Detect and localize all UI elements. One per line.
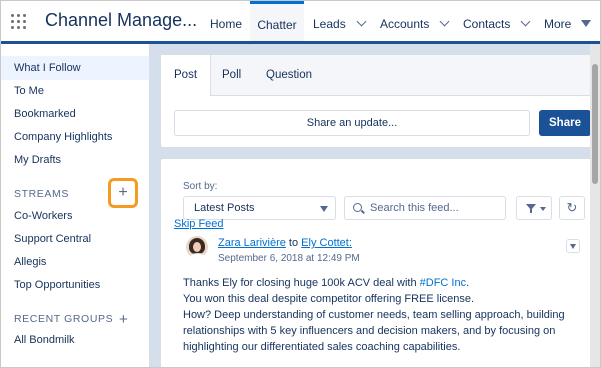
- chevron-down-icon[interactable]: [520, 16, 531, 27]
- streams-header: STREAMS: [14, 188, 69, 200]
- skip-feed-link[interactable]: Skip Feed: [174, 218, 224, 230]
- chatter-sidebar: What I Follow To Me Bookmarked Company H…: [1, 44, 150, 367]
- post-body-line: You won this deal despite competitor off…: [183, 293, 475, 305]
- nav-home-label: Home: [210, 17, 243, 31]
- feed: Sort by: Latest Posts Search this feed..…: [160, 158, 592, 367]
- post-actions-menu[interactable]: [566, 239, 580, 253]
- nav-chatter[interactable]: Chatter: [250, 1, 304, 41]
- nav-chatter-label: Chatter: [257, 18, 297, 32]
- top-nav: Channel Manage... Home Chatter Leads Acc…: [1, 1, 600, 44]
- add-group-plus-icon[interactable]: +: [119, 312, 128, 327]
- sidebar-item-my-drafts[interactable]: My Drafts: [14, 154, 61, 166]
- sort-by-label: Sort by:: [183, 181, 218, 192]
- stream-top-opportunities[interactable]: Top Opportunities: [14, 279, 100, 291]
- post-body-line: relationships with 5 key influencers and…: [183, 325, 556, 337]
- sidebar-item-to-me[interactable]: To Me: [14, 85, 44, 97]
- sort-select[interactable]: Latest Posts: [183, 196, 336, 220]
- share-button[interactable]: Share: [539, 110, 591, 136]
- plus-icon: +: [118, 184, 128, 201]
- search-icon: [353, 203, 362, 212]
- sidebar-item-bookmarked[interactable]: Bookmarked: [14, 108, 76, 120]
- caret-down-icon: [581, 20, 592, 27]
- nav-contacts-label: Contacts: [463, 17, 511, 31]
- stream-support-central[interactable]: Support Central: [14, 233, 91, 245]
- nav-accounts[interactable]: Accounts: [380, 1, 450, 41]
- recent-groups-header: RECENT GROUPS: [14, 313, 114, 325]
- nav-more[interactable]: More: [544, 1, 592, 41]
- chevron-down-icon[interactable]: [356, 16, 367, 27]
- post-text: Thanks Ely for closing huge 100k ACV dea…: [183, 277, 420, 289]
- avatar[interactable]: [186, 236, 208, 258]
- app-launcher-icon[interactable]: [11, 14, 27, 30]
- chevron-down-icon[interactable]: [439, 16, 450, 27]
- sidebar-item-company-highlights[interactable]: Company Highlights: [14, 131, 112, 143]
- share-update-input[interactable]: Share an update...: [174, 110, 530, 136]
- feed-search-placeholder: Search this feed...: [370, 202, 459, 214]
- topic-link[interactable]: #DFC Inc: [420, 277, 466, 289]
- publisher-tabs: Post Poll Question: [161, 55, 591, 96]
- nav-home[interactable]: Home: [210, 1, 242, 41]
- post-author-link[interactable]: Zara Larivière: [218, 237, 286, 249]
- sidebar-item-what-i-follow[interactable]: What I Follow: [14, 62, 81, 74]
- filter-button[interactable]: [516, 196, 552, 220]
- post-body-line: highlighting our differentiated sales co…: [183, 341, 461, 353]
- tab-post[interactable]: Post: [161, 55, 212, 96]
- scrollbar-thumb[interactable]: [592, 64, 598, 184]
- nav-contacts[interactable]: Contacts: [463, 1, 531, 41]
- caret-down-icon: [540, 207, 546, 211]
- nav-accounts-label: Accounts: [380, 17, 430, 31]
- group-all-bondmilk[interactable]: All Bondmilk: [14, 334, 75, 346]
- stream-allegis[interactable]: Allegis: [14, 256, 46, 268]
- post-body-line: How? Deep understanding of customer need…: [183, 309, 565, 321]
- post-body-line: Thanks Ely for closing huge 100k ACV dea…: [183, 277, 469, 289]
- stream-co-workers[interactable]: Co-Workers: [14, 210, 72, 222]
- app-name: Channel Manage...: [45, 10, 198, 30]
- add-stream-button[interactable]: +: [108, 178, 138, 208]
- nav-more-label: More: [544, 17, 572, 31]
- post-to-label: to: [288, 237, 299, 249]
- tab-question[interactable]: Question: [266, 55, 312, 95]
- caret-down-icon: [320, 206, 328, 212]
- app-window: Channel Manage... Home Chatter Leads Acc…: [0, 0, 601, 368]
- post-text: .: [466, 277, 470, 289]
- sort-select-value: Latest Posts: [194, 202, 255, 214]
- refresh-button[interactable]: ↻: [559, 196, 585, 220]
- nav-leads[interactable]: Leads: [313, 1, 367, 41]
- tab-poll[interactable]: Poll: [222, 55, 241, 95]
- publisher: Post Poll Question Share an update... Sh…: [160, 54, 592, 148]
- refresh-icon: ↻: [566, 200, 578, 215]
- caret-down-icon: [570, 244, 576, 249]
- scrollbar[interactable]: [590, 44, 600, 367]
- post-timestamp[interactable]: September 6, 2018 at 12:49 PM: [218, 253, 360, 264]
- post-recipient-link[interactable]: Ely Cottet:: [301, 237, 352, 249]
- filter-icon-stem: [530, 209, 532, 213]
- post-header: Zara Larivière to Ely Cottet:: [218, 237, 352, 249]
- feed-search-input[interactable]: Search this feed...: [344, 196, 506, 220]
- nav-leads-label: Leads: [313, 17, 346, 31]
